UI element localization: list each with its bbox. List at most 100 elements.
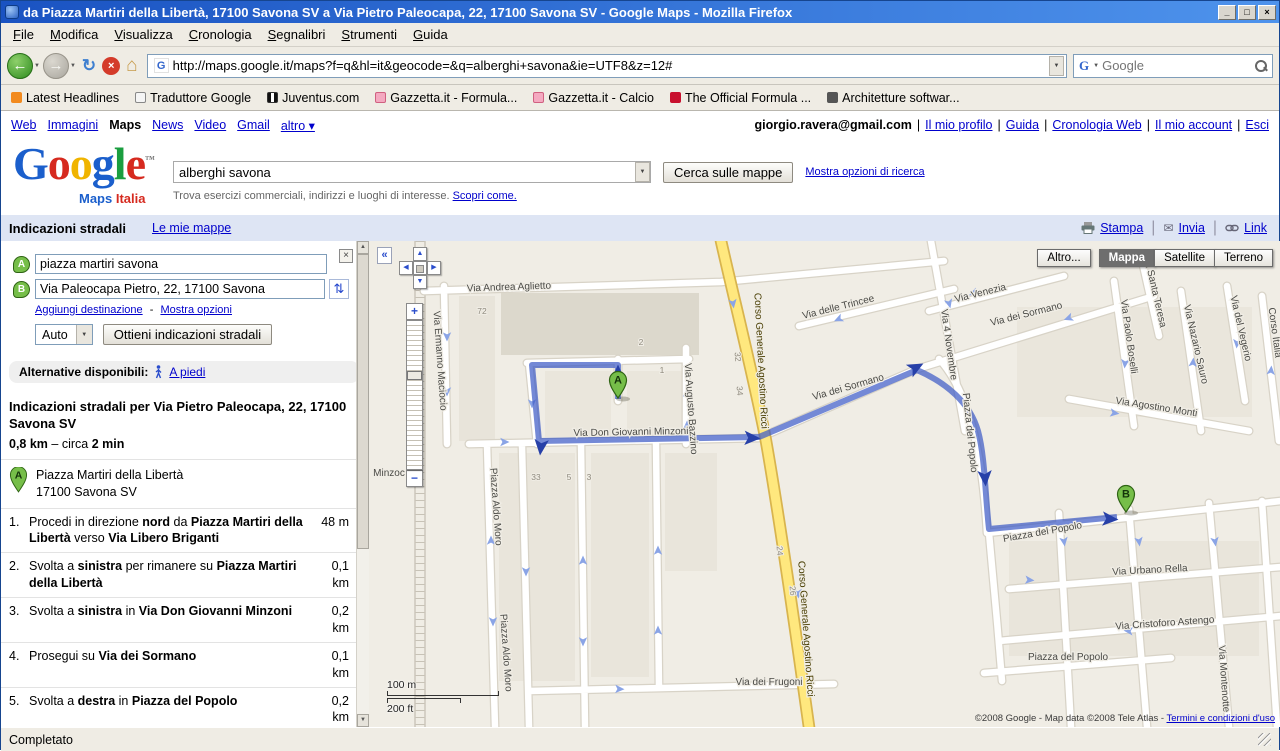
my-maps-link[interactable]: Le mie mappe <box>152 221 231 235</box>
direction-step[interactable]: 2.Svolta a sinistra per rimanere su Piaz… <box>1 552 369 597</box>
map-more-button[interactable]: Altro... <box>1037 249 1090 267</box>
trademark: ™ <box>145 155 154 166</box>
get-directions-button[interactable]: Ottieni indicazioni stradali <box>103 324 272 345</box>
search-maps-button[interactable]: Cerca sulle mappe <box>663 162 793 183</box>
browser-window: da Piazza Martiri della Libertà, 17100 S… <box>0 0 1280 750</box>
service-link-altro[interactable]: altro ▾ <box>281 118 315 133</box>
pan-center-button[interactable] <box>413 261 427 275</box>
url-input[interactable] <box>173 58 1049 73</box>
map-type-terrain-button[interactable]: Terreno <box>1214 249 1273 267</box>
search-options-link[interactable]: Mostra opzioni di ricerca <box>805 166 924 178</box>
pan-right-button[interactable]: ▶ <box>427 261 441 275</box>
back-button[interactable]: ← <box>7 53 33 79</box>
service-link-video[interactable]: Video <box>194 118 226 133</box>
direction-step[interactable]: 4.Prosegui su Via dei Sormano0,1 km <box>1 642 369 687</box>
search-hint: Trova esercizi commerciali, indirizzi e … <box>173 190 517 202</box>
maps-search-input[interactable] <box>174 165 635 180</box>
learn-how-link[interactable]: Scopri come. <box>453 190 517 202</box>
bookmark-item[interactable]: Juventus.com <box>267 91 359 105</box>
send-link[interactable]: Invia <box>1179 221 1205 235</box>
google-maps-header: Google™ Maps Italia ▼ Cerca sulle mappe … <box>1 139 1279 215</box>
minimize-button[interactable]: _ <box>1218 5 1236 20</box>
service-link-gmail[interactable]: Gmail <box>237 118 270 133</box>
show-options-link[interactable]: Mostra opzioni <box>160 304 232 316</box>
maximize-button[interactable]: □ <box>1238 5 1256 20</box>
map-type-satellite-button[interactable]: Satellite <box>1154 249 1215 267</box>
search-engine-icon[interactable]: G <box>1079 58 1089 74</box>
close-button[interactable]: × <box>1258 5 1276 20</box>
zoom-out-button[interactable]: − <box>406 470 423 487</box>
map-type-map-button[interactable]: Mappa <box>1099 249 1155 267</box>
step-text: Procedi in direzione nord da Piazza Mart… <box>29 514 317 548</box>
search-engine-dropdown-icon[interactable]: ▼ <box>1093 63 1099 69</box>
sidebar-scrollbar[interactable]: ▲ ▼ <box>356 241 369 727</box>
back-history-dropdown-icon[interactable]: ▼ <box>34 63 40 69</box>
suggestions-dropdown-icon[interactable]: ▼ <box>635 162 650 182</box>
menu-visualizza[interactable]: Visualizza <box>106 25 180 44</box>
link-link[interactable]: Link <box>1244 221 1267 235</box>
bookmark-label: Gazzetta.it - Calcio <box>548 91 654 105</box>
map-canvas[interactable]: Via Andrea AgliettoVia delle TrinceeVia … <box>369 241 1280 727</box>
account-link-esci[interactable]: Esci <box>1245 118 1269 132</box>
menu-strumenti[interactable]: Strumenti <box>333 25 405 44</box>
resize-grip[interactable] <box>1258 733 1271 746</box>
direction-step[interactable]: 3.Svolta a sinistra in Via Don Giovanni … <box>1 597 369 642</box>
travel-mode-select[interactable]: Auto ▼ <box>35 324 93 345</box>
maps-search-row: ▼ Cerca sulle mappe Mostra opzioni di ri… <box>173 161 925 183</box>
account-link-ilmioaccount[interactable]: Il mio account <box>1155 118 1232 132</box>
service-link-immagini[interactable]: Immagini <box>47 118 98 133</box>
bookmark-item[interactable]: Gazzetta.it - Calcio <box>533 91 654 105</box>
swap-addresses-icon[interactable]: ⇅ <box>329 279 349 299</box>
forward-history-dropdown-icon[interactable]: ▼ <box>70 63 76 69</box>
bookmark-item[interactable]: The Official Formula ... <box>670 91 811 105</box>
walking-directions-link[interactable]: A piedi <box>169 365 205 379</box>
forward-button[interactable]: → <box>43 53 69 79</box>
account-link-ilmioprofilo[interactable]: Il mio profilo <box>925 118 992 132</box>
menu-modifica[interactable]: Modifica <box>42 25 106 44</box>
account-link-cronologiaweb[interactable]: Cronologia Web <box>1052 118 1141 132</box>
bookmark-item[interactable]: Architetture softwar... <box>827 91 959 105</box>
scroll-up-icon[interactable]: ▲ <box>357 241 369 254</box>
account-link-guida[interactable]: Guida <box>1006 118 1039 132</box>
menu-file[interactable]: File <box>5 25 42 44</box>
close-icon[interactable]: × <box>339 249 353 263</box>
scroll-down-icon[interactable]: ▼ <box>357 714 369 727</box>
home-button[interactable]: ⌂ <box>126 55 137 77</box>
service-link-web[interactable]: Web <box>11 118 36 133</box>
map-image[interactable]: Via Andrea AgliettoVia delle TrinceeVia … <box>369 241 1280 727</box>
service-link-maps[interactable]: Maps <box>109 118 141 133</box>
svg-text:A: A <box>15 470 23 481</box>
stop-button[interactable]: × <box>102 57 120 75</box>
add-destination-link[interactable]: Aggiungi destinazione <box>35 304 143 316</box>
menu-cronologia[interactable]: Cronologia <box>181 25 260 44</box>
pan-down-button[interactable]: ▼ <box>413 275 427 289</box>
end-address-input[interactable] <box>35 279 325 299</box>
scrollbar-thumb[interactable] <box>357 254 369 549</box>
zoom-in-button[interactable]: + <box>406 303 423 320</box>
street-label: 24 <box>775 546 786 556</box>
bookmark-item[interactable]: Traduttore Google <box>135 91 251 105</box>
maps-search-field: ▼ <box>173 161 651 183</box>
zoom-slider[interactable] <box>406 320 423 470</box>
web-search-input[interactable] <box>1102 58 1251 73</box>
bookmark-item[interactable]: Gazzetta.it - Formula... <box>375 91 517 105</box>
start-address-input[interactable] <box>35 254 327 274</box>
print-link[interactable]: Stampa <box>1100 221 1143 235</box>
service-link-news[interactable]: News <box>152 118 183 133</box>
url-dropdown-icon[interactable]: ▼ <box>1049 56 1064 76</box>
pan-left-button[interactable]: ◀ <box>399 261 413 275</box>
direction-step[interactable]: 1.Procedi in direzione nord da Piazza Ma… <box>1 508 369 553</box>
google-logo[interactable]: Google™ <box>13 139 154 190</box>
zoom-slider-thumb[interactable] <box>407 371 422 380</box>
search-icon[interactable] <box>1253 58 1268 73</box>
direction-step[interactable]: 5.Svolta a destra in Piazza del Popolo0,… <box>1 687 369 727</box>
menu-guida[interactable]: Guida <box>405 25 456 44</box>
route-start-row[interactable]: A Piazza Martiri della Libertà 17100 Sav… <box>1 459 369 508</box>
street-label: 33 <box>531 472 541 482</box>
reload-button[interactable]: ↻ <box>82 56 96 76</box>
bookmark-item[interactable]: Latest Headlines <box>11 91 119 105</box>
terms-link[interactable]: Termini e condizioni d'uso <box>1167 713 1275 724</box>
collapse-panel-button[interactable]: « <box>377 247 392 264</box>
pan-up-button[interactable]: ▲ <box>413 247 427 261</box>
menu-segnalibri[interactable]: Segnalibri <box>260 25 334 44</box>
